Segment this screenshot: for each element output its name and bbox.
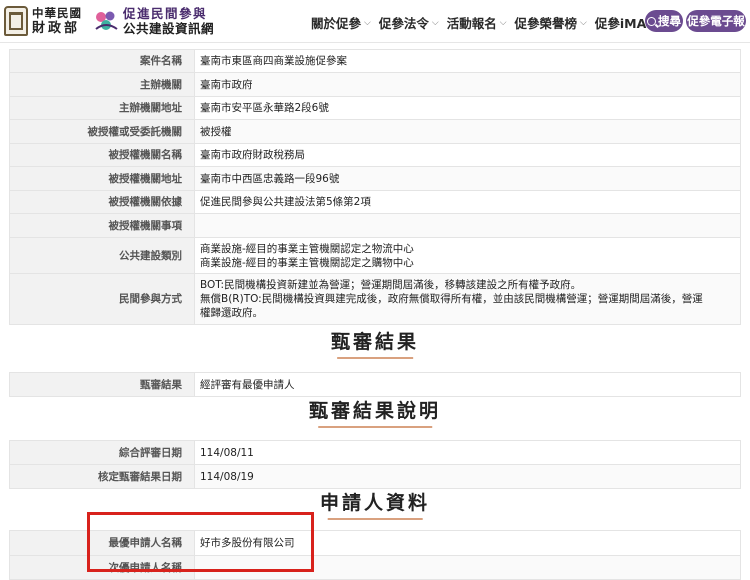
row-value: BOT:民間機構投資新建並為營運；營運期間屆滿後，移轉該建設之所有權予政府。無償… xyxy=(194,273,741,325)
mof-logo-line2: 財政部 xyxy=(32,21,81,36)
value-line: BOT:民間機構投資新建並為營運；營運期間屆滿後，移轉該建設之所有權予政府。 xyxy=(200,279,582,291)
mof-logo-line1: 中華民國 xyxy=(32,6,82,20)
nav-events-label: 活動報名 xyxy=(446,16,497,31)
table-row: 主辦機關 臺南市政府 xyxy=(9,72,741,97)
nav-regulations-label: 促參法令 xyxy=(378,16,429,31)
row-label: 案件名稱 xyxy=(9,49,195,73)
case-info-table: 案件名稱 臺南市東區商四商業設施促參案 主辦機關 臺南市政府 主辦機關地址 臺南市安平… xyxy=(9,49,741,325)
table-row: 被授權或受委託機關 被授權 xyxy=(9,119,741,144)
table-row: 被授權機關依據 促進民間參與公共建設法第5條第2項 xyxy=(9,190,741,214)
row-value: 114/08/11 xyxy=(194,440,741,465)
row-value: 臺南市東區商四商業設施促參案 xyxy=(194,49,741,73)
table-row: 綜合評審日期 114/08/11 xyxy=(9,440,741,465)
row-value: 商業設施-經目的事業主管機關認定之物流中心 商業設施-經目的事業主管機關認定之購物… xyxy=(194,237,741,274)
row-label: 甄審結果 xyxy=(9,372,195,397)
search-button[interactable]: 搜尋 xyxy=(645,10,683,32)
ppp-logo[interactable]: 促進民間參與 公共建設資訊網 xyxy=(92,5,214,37)
table-row: 民間參與方式 BOT:民間機構投資新建並為營運；營運期間屆滿後，移轉該建設之所有權… xyxy=(9,273,741,325)
row-value: 臺南市政府財政稅務局 xyxy=(194,143,741,167)
nav-honors-label: 促參榮譽榜 xyxy=(514,16,578,31)
row-label: 核定甄審結果日期 xyxy=(9,464,195,489)
row-value: 促進民間參與公共建設法第5條第2項 xyxy=(194,190,741,214)
table-row: 被授權機關事項 xyxy=(9,213,741,238)
chevron-down-icon: ⌵ xyxy=(499,17,507,28)
row-value: 臺南市中西區忠義路一段96號 xyxy=(194,166,741,191)
site-header: 中華民國 財政部 促進民間參與 公共建設資訊網 關於促參 ⌵ 促參法令 ⌵ 活動報名… xyxy=(0,0,750,43)
value-line: 商業設施-經目的事業主管機關認定之購物中心 xyxy=(200,256,414,269)
row-value: 臺南市安平區永華路2段6號 xyxy=(194,96,741,120)
value-line: 無償B(R)TO:民間機構投資興建完成後，政府無償取得所有權，並由該民間機構營運… xyxy=(200,293,703,305)
section-title-review: 甄審結果 xyxy=(0,327,750,356)
value-line: 商業設施-經目的事業主管機關認定之物流中心 xyxy=(200,242,414,255)
nav-events[interactable]: 活動報名 ⌵ xyxy=(447,13,507,32)
chevron-down-icon: ⌵ xyxy=(580,17,587,28)
table-row: 核定甄審結果日期 114/08/19 xyxy=(9,464,741,489)
table-row: 甄審結果 經評審有最優申請人 xyxy=(9,372,741,397)
ebook-button-label: 促參電子報 xyxy=(687,14,745,28)
table-row: 被授權機關名稱 臺南市政府財政稅務局 xyxy=(9,143,741,167)
highlight-box xyxy=(87,512,314,572)
row-label: 民間參與方式 xyxy=(9,273,195,325)
row-label: 被授權機關事項 xyxy=(9,213,195,238)
nav-about-label: 關於促參 xyxy=(311,16,362,31)
row-value xyxy=(194,213,741,238)
row-label: 綜合評審日期 xyxy=(9,440,195,465)
table-row: 公共建設類別 商業設施-經目的事業主管機關認定之物流中心 商業設施-經目的事業主管機… xyxy=(9,237,741,274)
ebook-button[interactable]: 促參電子報 xyxy=(686,10,746,32)
row-label: 被授權或受委託機關 xyxy=(9,119,195,144)
ppp-logo-icon xyxy=(92,7,120,35)
chevron-down-icon: ⌵ xyxy=(364,17,371,28)
row-label: 被授權機關依據 xyxy=(9,190,195,214)
row-label: 被授權機關地址 xyxy=(9,166,195,191)
search-icon xyxy=(647,16,656,26)
section-title-review-desc: 甄審結果說明 xyxy=(0,396,750,425)
main-nav: 關於促參⌵ 促參法令⌵ 活動報名⌵ 促參榮譽榜⌵ 促參iMAP⌵ xyxy=(311,13,673,32)
row-label: 主辦機關地址 xyxy=(9,96,195,120)
review-desc-table: 綜合評審日期 114/08/11 核定甄審結果日期 114/08/19 xyxy=(9,440,741,489)
table-row: 被授權機關地址 臺南市中西區忠義路一段96號 xyxy=(9,166,741,191)
row-value: 臺南市政府 xyxy=(194,72,741,97)
ppp-logo-line2: 公共建設資訊網 xyxy=(123,21,215,36)
review-table: 甄審結果 經評審有最優申請人 xyxy=(9,372,741,397)
row-value: 經評審有最優申請人 xyxy=(194,372,741,397)
row-label: 被授權機關名稱 xyxy=(9,143,195,167)
row-label: 公共建設類別 xyxy=(9,237,195,274)
search-button-label: 搜尋 xyxy=(658,14,681,28)
ppp-logo-line1: 促進民間參與 xyxy=(123,6,208,21)
row-value: 被授權 xyxy=(194,119,741,144)
mof-seal-icon xyxy=(4,6,28,36)
table-row: 案件名稱 臺南市東區商四商業設施促參案 xyxy=(9,49,741,73)
nav-about[interactable]: 關於促參 ⌵ xyxy=(311,13,371,32)
row-value: 114/08/19 xyxy=(194,464,741,489)
nav-honors[interactable]: 促參榮譽榜 ⌵ xyxy=(515,13,587,32)
value-line: 權歸還政府。 xyxy=(200,307,263,319)
mof-logo[interactable]: 中華民國 財政部 xyxy=(4,4,82,38)
table-row: 主辦機關地址 臺南市安平區永華路2段6號 xyxy=(9,96,741,120)
row-label: 主辦機關 xyxy=(9,72,195,97)
chevron-down-icon: ⌵ xyxy=(431,17,439,28)
nav-regulations[interactable]: 促參法令 ⌵ xyxy=(379,13,439,32)
